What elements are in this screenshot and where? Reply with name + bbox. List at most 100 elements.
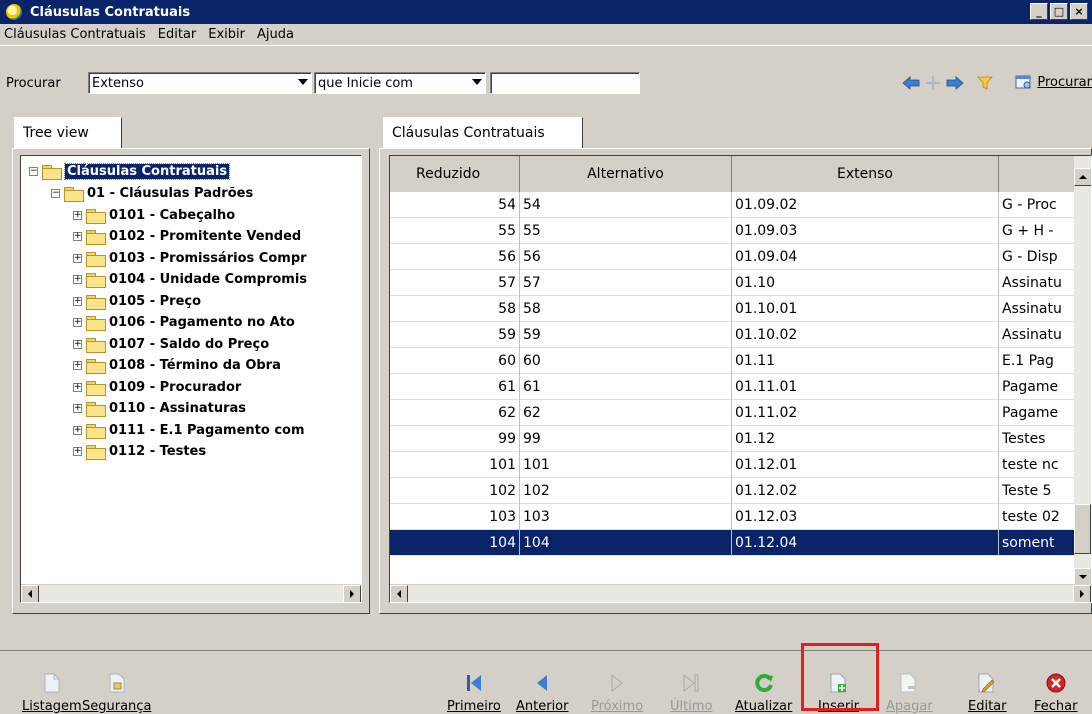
- search-field-select[interactable]: Extenso: [88, 72, 312, 94]
- expand-icon[interactable]: +: [73, 296, 82, 306]
- expand-icon[interactable]: +: [73, 253, 82, 263]
- table-cell: soment: [999, 530, 1080, 556]
- tree-item[interactable]: +0109 - Procurador: [73, 378, 241, 396]
- table-cell: 55: [520, 218, 732, 244]
- move-icon[interactable]: [924, 76, 942, 90]
- expand-icon[interactable]: +: [73, 318, 82, 327]
- table-row[interactable]: 61 61 01.11.01 Pagame: [390, 374, 1080, 400]
- tree-item[interactable]: +0108 - Término da Obra: [73, 357, 281, 375]
- data-grid[interactable]: Reduzido Alternativo Extenso 54 54 01.09.0…: [389, 155, 1092, 603]
- folder-icon: [86, 359, 106, 374]
- arrow-left-icon[interactable]: [902, 76, 920, 90]
- table-row[interactable]: 55 55 01.09.03 G + H -: [390, 218, 1080, 244]
- table-cell: 01.09.04: [732, 244, 999, 270]
- menu-ajuda[interactable]: Ajuda: [251, 27, 300, 42]
- table-row[interactable]: 62 62 01.11.02 Pagame: [390, 400, 1080, 426]
- column-alternativo[interactable]: Alternativo: [520, 156, 732, 192]
- table-cell: 01.11.02: [732, 400, 999, 426]
- tree-item-label: 0102 - Promitente Vended: [109, 229, 302, 244]
- collapse-icon[interactable]: −: [51, 188, 60, 198]
- tree-item[interactable]: +0106 - Pagamento no Ato: [73, 314, 295, 332]
- expand-icon[interactable]: +: [73, 361, 82, 370]
- close-button[interactable]: ×: [1070, 3, 1088, 20]
- anterior-button[interactable]: Anterior: [516, 673, 568, 714]
- column-descricao[interactable]: [999, 156, 1080, 192]
- tree-node-child[interactable]: − 01 - Cláusulas Padrões: [51, 184, 253, 202]
- tree-item[interactable]: +0112 - Testes: [73, 443, 206, 461]
- seguranca-button[interactable]: Segurança: [82, 673, 151, 714]
- ultimo-button[interactable]: Último: [670, 673, 712, 714]
- tree-item[interactable]: +0101 - Cabeçalho: [73, 206, 235, 224]
- tree-item[interactable]: +0104 - Unidade Compromis: [73, 271, 307, 289]
- table-cell: Assinatu: [999, 270, 1080, 296]
- document-icon: [42, 673, 62, 693]
- tree-item[interactable]: +0102 - Promitente Vended: [73, 228, 301, 246]
- column-reduzido[interactable]: Reduzido: [390, 156, 520, 192]
- scroll-left-icon[interactable]: [21, 585, 39, 602]
- proximo-button[interactable]: Próximo: [591, 673, 643, 714]
- lock-document-icon: [107, 673, 127, 693]
- tree-item[interactable]: +0105 - Preço: [73, 292, 201, 310]
- scroll-right-icon[interactable]: [1073, 585, 1091, 602]
- expand-icon[interactable]: +: [73, 425, 82, 435]
- folder-icon: [86, 445, 106, 460]
- fechar-button[interactable]: Fechar: [1034, 673, 1077, 714]
- ultimo-label: Último: [670, 699, 713, 714]
- collapse-icon[interactable]: −: [29, 166, 38, 176]
- scroll-left-icon[interactable]: [390, 585, 408, 602]
- expand-icon[interactable]: +: [73, 339, 82, 349]
- tree-item[interactable]: +0107 - Saldo do Preço: [73, 335, 269, 353]
- column-extenso[interactable]: Extenso: [732, 156, 999, 192]
- tree-hscrollbar[interactable]: [21, 584, 361, 602]
- search-input[interactable]: [490, 72, 640, 94]
- table-cell: 101: [520, 452, 732, 478]
- grid-hscrollbar[interactable]: [390, 584, 1091, 602]
- table-row[interactable]: 54 54 01.09.02 G - Proc: [390, 192, 1080, 218]
- table-row[interactable]: 57 57 01.10 Assinatu: [390, 270, 1080, 296]
- tree-view[interactable]: − Cláusulas Contratuais − 01 - Cláusulas…: [20, 155, 362, 603]
- table-row[interactable]: 60 60 01.11 E.1 Pag: [390, 348, 1080, 374]
- expand-icon[interactable]: +: [73, 210, 82, 220]
- arrow-right-icon[interactable]: [946, 76, 964, 90]
- menu-exibir[interactable]: Exibir: [202, 27, 251, 42]
- scroll-right-icon[interactable]: [343, 585, 361, 602]
- filter-icon[interactable]: [976, 76, 994, 90]
- tree-root[interactable]: − Cláusulas Contratuais: [29, 162, 231, 180]
- tree-item[interactable]: +0103 - Promissários Compr: [73, 249, 307, 267]
- table-row[interactable]: 104 104 01.12.04 soment: [390, 530, 1080, 556]
- table-cell: 103: [390, 504, 520, 530]
- maximize-button[interactable]: □: [1050, 3, 1068, 20]
- atualizar-button[interactable]: Atualizar: [735, 673, 792, 714]
- listagem-button[interactable]: Listagem: [22, 673, 82, 714]
- menu-editar[interactable]: Editar: [152, 27, 203, 42]
- tab-clausulas[interactable]: Cláusulas Contratuais: [383, 117, 583, 149]
- scroll-up-icon[interactable]: [1074, 168, 1091, 186]
- table-row[interactable]: 103 103 01.12.03 teste 02: [390, 504, 1080, 530]
- menu-clausulas[interactable]: Cláusulas Contratuais: [0, 27, 152, 42]
- grid-header: Reduzido Alternativo Extenso: [390, 156, 1080, 192]
- editar-button[interactable]: Editar: [968, 673, 1007, 714]
- expand-icon[interactable]: +: [73, 275, 82, 284]
- table-row[interactable]: 58 58 01.10.01 Assinatu: [390, 296, 1080, 322]
- table-row[interactable]: 102 102 01.12.02 Teste 5: [390, 478, 1080, 504]
- table-row[interactable]: 56 56 01.09.04 G - Disp: [390, 244, 1080, 270]
- expand-icon[interactable]: +: [73, 382, 82, 392]
- expand-icon[interactable]: +: [73, 447, 82, 456]
- scroll-thumb[interactable]: [1074, 504, 1091, 554]
- table-cell: 59: [390, 322, 520, 348]
- tree-item[interactable]: +0110 - Assinaturas: [73, 400, 246, 418]
- table-row[interactable]: 99 99 01.12 Testes: [390, 426, 1080, 452]
- tab-tree-view[interactable]: Tree view: [14, 117, 122, 149]
- table-row[interactable]: 59 59 01.10.02 Assinatu: [390, 322, 1080, 348]
- tree-item[interactable]: +0111 - E.1 Pagamento com: [73, 421, 305, 439]
- folder-icon: [86, 273, 106, 288]
- primeiro-button[interactable]: Primeiro: [447, 673, 501, 714]
- table-row[interactable]: 101 101 01.12.01 teste nc: [390, 452, 1080, 478]
- procurar-button[interactable]: Procurar: [1015, 74, 1092, 90]
- expand-icon[interactable]: +: [73, 404, 82, 413]
- search-mode-select[interactable]: que Inicie com: [314, 72, 486, 94]
- grid-vscrollbar[interactable]: [1074, 156, 1091, 586]
- minimize-button[interactable]: _: [1030, 3, 1048, 20]
- expand-icon[interactable]: +: [73, 232, 82, 241]
- apagar-button[interactable]: Apagar: [886, 673, 933, 714]
